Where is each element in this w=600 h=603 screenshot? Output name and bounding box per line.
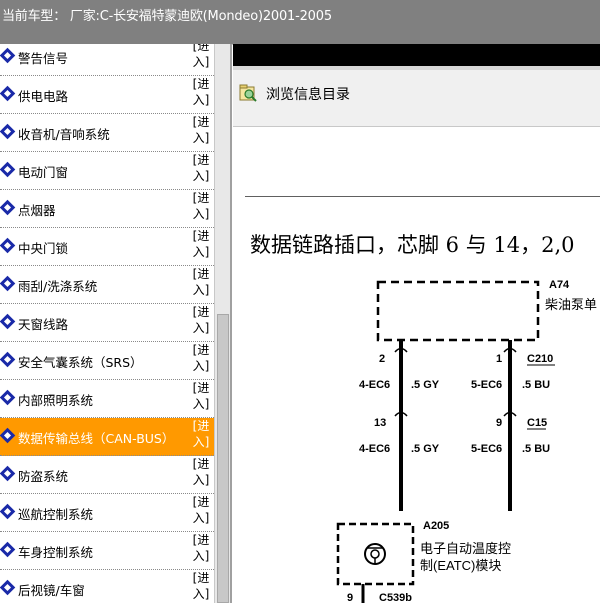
enter-link[interactable]: [进入] xyxy=(191,228,211,260)
diamond-bullet-icon xyxy=(0,389,16,406)
a205-code: A205 xyxy=(423,520,449,532)
category-label[interactable]: 巡航控制系统 xyxy=(18,504,93,523)
diamond-bullet-icon xyxy=(0,123,16,140)
a205-name-line2: 制(EATC)模块 xyxy=(420,558,501,573)
category-label[interactable]: 电动门窗 xyxy=(18,162,68,181)
enter-link[interactable]: [进入] xyxy=(191,304,211,336)
category-label[interactable]: 供电电路 xyxy=(18,86,68,105)
category-item[interactable]: 车身控制系统 [进入] xyxy=(0,532,214,570)
pin-1: 1 xyxy=(496,353,502,365)
enter-link[interactable]: [进入] xyxy=(191,152,211,184)
enter-link[interactable]: [进入] xyxy=(191,190,211,222)
category-label[interactable]: 数据传输总线（CAN-BUS） xyxy=(18,428,174,447)
wire-right-top-size: .5 BU xyxy=(522,379,550,391)
diamond-bullet-icon xyxy=(0,503,16,520)
wire-left-bot-size: .5 GY xyxy=(411,443,440,455)
enter-link[interactable]: [进入] xyxy=(191,456,211,488)
enter-link[interactable]: [进入] xyxy=(191,380,211,412)
category-item[interactable]: 电动门窗 [进入] xyxy=(0,152,214,190)
c15-label: C15 xyxy=(527,417,547,429)
category-label[interactable]: 收音机/音响系统 xyxy=(18,124,110,143)
category-label[interactable]: 中央门锁 xyxy=(18,238,68,257)
browse-folder-icon[interactable] xyxy=(239,84,257,102)
category-item[interactable]: 防盗系统 [进入] xyxy=(0,456,214,494)
a74-name: 柴油泵单 xyxy=(545,297,597,312)
wire-left-bot-id: 4-EC6 xyxy=(359,443,390,455)
a205-component-box xyxy=(336,522,415,586)
wire-right-top-id: 5-EC6 xyxy=(471,379,502,391)
enter-link[interactable]: [进入] xyxy=(191,266,211,298)
scrollbar-thumb[interactable] xyxy=(217,314,229,603)
pin-13: 13 xyxy=(374,417,386,429)
wire-right-bot-id: 5-EC6 xyxy=(471,443,502,455)
category-label[interactable]: 后视镜/车窗 xyxy=(18,580,85,599)
category-item[interactable]: 收音机/音响系统 [进入] xyxy=(0,114,214,152)
c539b-label: C539b xyxy=(379,592,412,603)
header-bar xyxy=(233,44,600,66)
wire-right-bot-size: .5 BU xyxy=(522,443,550,455)
pin-9b: 9 xyxy=(347,592,353,603)
content-pane: 浏览信息目录 数据链路插口，芯脚 6 与 14，2,0 A74 柴油泵单 2 1… xyxy=(233,44,600,603)
category-label[interactable]: 安全气囊系统（SRS） xyxy=(18,352,143,371)
enter-link[interactable]: [进入] xyxy=(191,532,211,564)
browse-directory-link[interactable]: 浏览信息目录 xyxy=(266,84,350,104)
diamond-bullet-icon xyxy=(0,541,16,558)
category-item[interactable]: 雨刮/洗涤系统 [进入] xyxy=(0,266,214,304)
category-item[interactable]: 点烟器 [进入] xyxy=(0,190,214,228)
list-scrollbar[interactable] xyxy=(214,44,230,603)
a205-name-line1: 电子自动温度控 xyxy=(420,541,511,556)
a74-code: A74 xyxy=(549,279,570,291)
category-item[interactable]: 数据传输总线（CAN-BUS） [进入] xyxy=(0,418,214,456)
category-item[interactable]: 中央门锁 [进入] xyxy=(0,228,214,266)
diamond-bullet-icon xyxy=(0,85,16,102)
diamond-bullet-icon xyxy=(0,427,16,444)
category-item[interactable]: 天窗线路 [进入] xyxy=(0,304,214,342)
c210-label: C210 xyxy=(527,353,553,365)
toolbar: 浏览信息目录 xyxy=(233,70,600,127)
diamond-bullet-icon xyxy=(0,579,16,596)
diamond-bullet-icon xyxy=(0,313,16,330)
enter-link[interactable]: [进入] xyxy=(191,114,211,146)
vehicle-model-title: 当前车型： 厂家:C-长安福特蒙迪欧(Mondeo)2001-2005 xyxy=(2,9,332,24)
category-item[interactable]: 警告信号 [进入] xyxy=(0,44,214,76)
diamond-bullet-icon xyxy=(0,199,16,216)
category-label[interactable]: 防盗系统 xyxy=(18,466,68,485)
category-item[interactable]: 内部照明系统 [进入] xyxy=(0,380,214,418)
enter-link[interactable]: [进入] xyxy=(191,76,211,108)
diamond-bullet-icon xyxy=(0,275,16,292)
category-label[interactable]: 内部照明系统 xyxy=(18,390,93,409)
category-label[interactable]: 雨刮/洗涤系统 xyxy=(18,276,97,295)
category-label[interactable]: 警告信号 xyxy=(18,48,68,67)
category-item[interactable]: 安全气囊系统（SRS） [进入] xyxy=(0,342,214,380)
wiring-document: 数据链路插口，芯脚 6 与 14，2,0 A74 柴油泵单 2 1 C210 4… xyxy=(243,126,600,603)
category-list-pane: 警告信号 [进入] 供电电路 [进入] 收音机/音响系统 [进入] 电动门窗 [进入] 点烟器 [… xyxy=(0,44,232,603)
enter-link[interactable]: [进入] xyxy=(191,494,211,526)
wiring-diagram: A74 柴油泵单 2 1 C210 4-EC6 .5 GY 5-EC6 .5 B… xyxy=(336,279,597,603)
category-item[interactable]: 巡航控制系统 [进入] xyxy=(0,494,214,532)
category-label[interactable]: 车身控制系统 xyxy=(18,542,93,561)
a74-component-box xyxy=(376,280,540,342)
category-label[interactable]: 天窗线路 xyxy=(18,314,68,333)
enter-link[interactable]: [进入] xyxy=(191,342,211,374)
wire-left-top-size: .5 GY xyxy=(411,379,440,391)
diamond-bullet-icon xyxy=(0,161,16,178)
enter-link[interactable]: [进入] xyxy=(191,44,211,70)
category-label[interactable]: 点烟器 xyxy=(18,200,56,219)
pin-2: 2 xyxy=(379,353,385,365)
diamond-bullet-icon xyxy=(0,47,16,64)
wire-left-top-id: 4-EC6 xyxy=(359,379,390,391)
enter-link[interactable]: [进入] xyxy=(191,418,211,450)
diamond-bullet-icon xyxy=(0,465,16,482)
pin-9: 9 xyxy=(496,417,502,429)
enter-link[interactable]: [进入] xyxy=(191,570,211,602)
diamond-bullet-icon xyxy=(0,351,16,368)
category-list: 警告信号 [进入] 供电电路 [进入] 收音机/音响系统 [进入] 电动门窗 [进入] 点烟器 [… xyxy=(0,44,214,603)
title-bar: 当前车型： 厂家:C-长安福特蒙迪欧(Mondeo)2001-2005 xyxy=(0,0,600,45)
category-item[interactable]: 供电电路 [进入] xyxy=(0,76,214,114)
diamond-bullet-icon xyxy=(0,237,16,254)
category-item[interactable]: 后视镜/车窗 [进入] xyxy=(0,570,214,603)
